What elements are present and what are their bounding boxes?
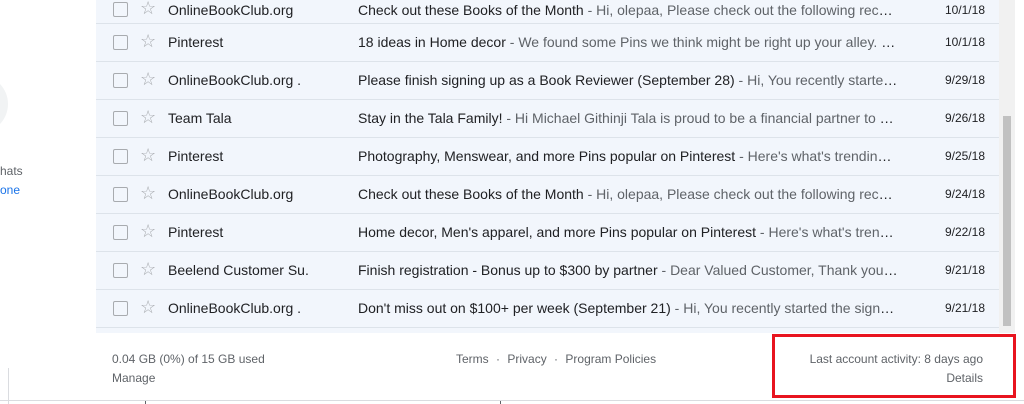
checkbox-icon[interactable] bbox=[113, 187, 128, 202]
email-content: Please finish signing up as a Book Revie… bbox=[358, 72, 898, 88]
email-subject: Photography, Menswear, and more Pins pop… bbox=[358, 148, 736, 164]
email-snippet: - Dear Valued Customer, Thank you for… bbox=[657, 262, 899, 278]
star-icon[interactable]: ☆ bbox=[140, 69, 160, 89]
checkbox-icon[interactable] bbox=[113, 111, 128, 126]
program-policies-link[interactable]: Program Policies bbox=[565, 352, 656, 366]
checkbox-icon[interactable] bbox=[113, 301, 128, 316]
email-content: 18 ideas in Home decor - We found some P… bbox=[358, 34, 898, 50]
email-subject: Check out these Books of the Month bbox=[358, 186, 584, 202]
email-snippet: - Hi, You recently started t… bbox=[734, 72, 898, 88]
email-row[interactable]: ☆ OnlineBookClub.org Check out these Books… bbox=[96, 0, 999, 24]
checkbox-icon[interactable] bbox=[113, 73, 128, 88]
email-sender: OnlineBookClub.org . bbox=[168, 300, 302, 316]
email-content: Finish registration - Bonus up to $300 b… bbox=[358, 262, 898, 278]
checkbox-icon[interactable] bbox=[113, 2, 128, 17]
storage-usage: 0.04 GB (0%) of 15 GB used bbox=[112, 352, 265, 366]
email-sender: Pinterest bbox=[168, 148, 224, 164]
email-snippet: - Here's what's trending on… bbox=[739, 148, 898, 164]
email-content: Photography, Menswear, and more Pins pop… bbox=[358, 148, 898, 164]
email-row[interactable]: ☆ Team Tala Stay in the Tala Family! - Hi … bbox=[96, 100, 999, 138]
email-date: 9/29/18 bbox=[944, 73, 985, 87]
email-date: 9/24/18 bbox=[944, 187, 985, 201]
checkbox-icon[interactable] bbox=[113, 149, 128, 164]
avatar bbox=[0, 75, 8, 133]
email-sender: Beelend Customer Su. bbox=[168, 262, 309, 278]
email-subject: Stay in the Tala Family! bbox=[358, 110, 503, 126]
divider bbox=[8, 368, 9, 404]
email-date: 10/1/18 bbox=[944, 35, 985, 49]
email-snippet: - Hi, olepaa, Please check out the follo… bbox=[583, 186, 898, 202]
email-snippet: - Hi, You recently started the sign up… bbox=[670, 300, 898, 316]
email-subject: Check out these Books of the Month bbox=[358, 2, 584, 18]
privacy-link[interactable]: Privacy bbox=[507, 352, 546, 366]
email-date: 9/25/18 bbox=[944, 149, 985, 163]
email-content: Check out these Books of the Month - Hi,… bbox=[358, 2, 898, 18]
email-subject: Home decor, Men's apparel, and more Pins… bbox=[358, 224, 757, 240]
footer-separator: · bbox=[496, 352, 501, 366]
email-subject: Finish registration - Bonus up to $300 b… bbox=[358, 262, 658, 278]
email-snippet: - Hi Michael Githinji Tala is proud to b… bbox=[502, 110, 898, 126]
email-date: 9/21/18 bbox=[944, 301, 985, 315]
email-row[interactable]: ☆ OnlineBookClub.org . Please finish signi… bbox=[96, 62, 999, 100]
email-sender: Pinterest bbox=[168, 224, 224, 240]
email-date: 10/1/18 bbox=[944, 3, 985, 17]
terms-link[interactable]: Terms bbox=[456, 352, 489, 366]
email-content: Don't miss out on $100+ per week (Septem… bbox=[358, 300, 898, 316]
email-sender: OnlineBookClub.org bbox=[168, 186, 294, 202]
email-sender: Pinterest bbox=[168, 34, 224, 50]
email-row[interactable]: ☆ OnlineBookClub.org . Don't miss out on $… bbox=[96, 290, 999, 328]
email-date: 9/22/18 bbox=[944, 225, 985, 239]
footer-links: Terms · Privacy · Program Policies bbox=[456, 352, 656, 366]
email-snippet: - Hi, olepaa, Please check out the follo… bbox=[583, 2, 898, 18]
left-sidebar-partial: hats one bbox=[0, 0, 96, 404]
sidebar-partial-text: hats bbox=[0, 164, 23, 178]
manage-storage-link[interactable]: Manage bbox=[112, 371, 155, 385]
email-date: 9/26/18 bbox=[944, 111, 985, 125]
email-sender: Team Tala bbox=[168, 110, 232, 126]
email-subject: 18 ideas in Home decor bbox=[358, 34, 506, 50]
email-snippet: - We found some Pins we think might be r… bbox=[505, 34, 898, 50]
email-subject: Don't miss out on $100+ per week (Septem… bbox=[358, 300, 671, 316]
star-icon[interactable]: ☆ bbox=[140, 183, 160, 203]
email-list: ☆ OnlineBookClub.org Check out these Books… bbox=[96, 0, 999, 333]
checkbox-icon[interactable] bbox=[113, 263, 128, 278]
email-content: Home decor, Men's apparel, and more Pins… bbox=[358, 224, 898, 240]
star-icon[interactable]: ☆ bbox=[140, 221, 160, 241]
email-row[interactable]: ☆ Pinterest Home decor, Men's apparel, and… bbox=[96, 214, 999, 252]
sidebar-partial-link[interactable]: one bbox=[0, 183, 20, 197]
email-content: Check out these Books of the Month - Hi,… bbox=[358, 186, 898, 202]
star-icon[interactable]: ☆ bbox=[140, 107, 160, 127]
email-content: Stay in the Tala Family! - Hi Michael Gi… bbox=[358, 110, 898, 126]
email-date: 9/21/18 bbox=[944, 263, 985, 277]
checkbox-icon[interactable] bbox=[113, 35, 128, 50]
footer-separator: · bbox=[554, 352, 559, 366]
email-row[interactable]: ☆ Pinterest 18 ideas in Home decor - We fo… bbox=[96, 24, 999, 62]
email-sender: OnlineBookClub.org . bbox=[168, 72, 302, 88]
email-row[interactable]: ☆ Pinterest Photography, Menswear, and mor… bbox=[96, 138, 999, 176]
email-row[interactable]: ☆ OnlineBookClub.org Check out these Books… bbox=[96, 176, 999, 214]
email-snippet: - Here's what's trending… bbox=[759, 224, 898, 240]
email-sender: OnlineBookClub.org bbox=[168, 2, 294, 18]
highlight-box bbox=[772, 334, 1016, 398]
star-icon[interactable]: ☆ bbox=[140, 0, 160, 18]
checkbox-icon[interactable] bbox=[113, 225, 128, 240]
star-icon[interactable]: ☆ bbox=[140, 145, 160, 165]
scrollbar-thumb[interactable] bbox=[1003, 116, 1011, 326]
email-subject: Please finish signing up as a Book Revie… bbox=[358, 72, 735, 88]
star-icon[interactable]: ☆ bbox=[140, 31, 160, 51]
star-icon[interactable]: ☆ bbox=[140, 297, 160, 317]
email-row[interactable]: ☆ Beelend Customer Su. Finish registration… bbox=[96, 252, 999, 290]
divider bbox=[0, 400, 1024, 401]
star-icon[interactable]: ☆ bbox=[140, 259, 160, 279]
